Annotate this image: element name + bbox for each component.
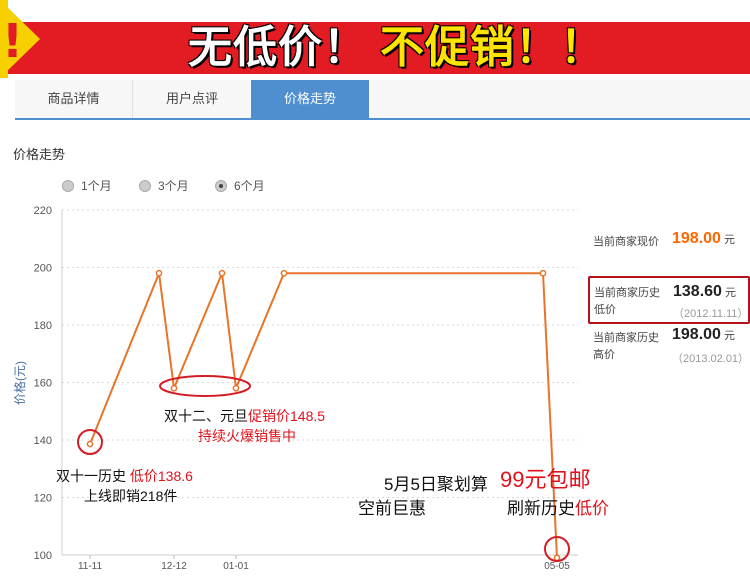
- y-tick-label: 160: [34, 378, 52, 390]
- range-label: 6个月: [234, 179, 265, 193]
- x-tick-label: 11-11: [78, 561, 103, 572]
- data-point: [280, 269, 288, 277]
- annotation-text: 刷新历史: [507, 499, 575, 518]
- highest-price-value: 198.00 元: [672, 326, 735, 344]
- banner-red-stripe: [0, 22, 750, 74]
- range-radio-6-months[interactable]: 6个月: [215, 177, 265, 194]
- annotation-new-record-low: 刷新历史低价: [507, 494, 609, 519]
- highest-price-number: 198.00: [672, 326, 721, 343]
- annotation-highlight-text: 促销价148.5: [248, 408, 326, 424]
- product-tab-bar: 商品详情 用户点评 价格走势: [15, 80, 750, 120]
- radio-selected-icon: [215, 179, 227, 192]
- lowest-price-value: 138.60 元: [673, 283, 736, 301]
- annotation-launch-sales: 上线即销218件: [84, 488, 178, 504]
- annotation-may-fifth-deal: 5月5日聚划算: [384, 475, 488, 494]
- data-point: [539, 269, 547, 277]
- range-radio-1-month[interactable]: 1个月: [62, 177, 112, 194]
- x-tick-label: 01-01: [223, 561, 249, 572]
- y-tick-label: 220: [34, 205, 52, 217]
- annotation-highlight-text: 低价138.6: [129, 468, 193, 484]
- annotation-text: 双十一历史: [56, 468, 126, 484]
- highest-price-label: 当前商家历史高价: [593, 332, 659, 361]
- annotation-double-eleven: 双十一历史 低价138.6: [56, 466, 193, 486]
- x-tick-label: 12-12: [161, 561, 187, 572]
- y-tick-label: 180: [34, 320, 52, 332]
- tab-price-trend[interactable]: 价格走势: [251, 80, 369, 118]
- data-point: [553, 554, 561, 562]
- data-point: [170, 384, 178, 392]
- currency-unit: 元: [723, 330, 735, 342]
- radio-circle-icon: [62, 179, 74, 192]
- y-tick-label: 200: [34, 263, 52, 275]
- highest-price-date: （2013.02.01）: [672, 353, 750, 365]
- currency-unit: 元: [723, 234, 735, 246]
- data-point: [218, 269, 226, 277]
- current-price-number: 198.00: [672, 230, 721, 247]
- lowest-price-number: 138.60: [673, 283, 722, 300]
- lowest-price-label: 当前商家历史低价: [594, 287, 660, 316]
- range-label: 1个月: [81, 179, 112, 193]
- annotation-99-free-shipping: 99元包邮: [500, 467, 591, 492]
- price-trend-chart: 100 120 140 160 180 200 220 11-11 12-12 01-01 05-0…: [12, 205, 578, 572]
- promo-banner: ! 无低价！ 不促销！！: [0, 0, 750, 78]
- current-price-value: 198.00 元: [672, 230, 735, 248]
- y-axis-title: 价格(元): [12, 361, 27, 405]
- data-point: [155, 269, 163, 277]
- banner-headline-no-promo: 不促销！！: [380, 22, 605, 73]
- annotation-hot-sales: 持续火爆销售中: [198, 428, 296, 444]
- annotation-highlight-text: 低价: [575, 499, 609, 518]
- lowest-price-row: 当前商家历史低价 138.60 元 （2012.11.11）: [588, 276, 750, 324]
- data-point: [232, 384, 240, 392]
- annotation-text: 双十二、元旦: [164, 408, 248, 424]
- y-tick-label: 100: [34, 550, 52, 562]
- section-title: 价格走势: [13, 147, 66, 162]
- banner-headline-no-low-price: 无低价！: [188, 22, 368, 73]
- tab-user-reviews[interactable]: 用户点评: [133, 80, 251, 118]
- banner-exclamation: !: [2, 14, 23, 68]
- radio-circle-icon: [139, 179, 151, 192]
- current-price-label: 当前商家现价: [593, 236, 659, 248]
- range-label: 3个月: [158, 179, 189, 193]
- y-tick-label: 120: [34, 493, 52, 505]
- range-radio-3-months[interactable]: 3个月: [139, 177, 189, 194]
- data-point: [86, 440, 94, 448]
- chart-axes: 100 120 140 160 180 200 220 11-11 12-12 01-01 05-0…: [34, 205, 578, 572]
- tab-product-details[interactable]: 商品详情: [15, 80, 133, 118]
- annotation-holiday-promo: 双十二、元旦促销价148.5: [164, 406, 325, 426]
- y-tick-label: 140: [34, 435, 52, 447]
- x-tick-label: 05-05: [544, 561, 570, 572]
- currency-unit: 元: [724, 287, 736, 299]
- annotation-unprecedented: 空前巨惠: [358, 499, 426, 518]
- chart-grid: [62, 209, 578, 498]
- lowest-price-date: （2012.11.11）: [673, 308, 749, 320]
